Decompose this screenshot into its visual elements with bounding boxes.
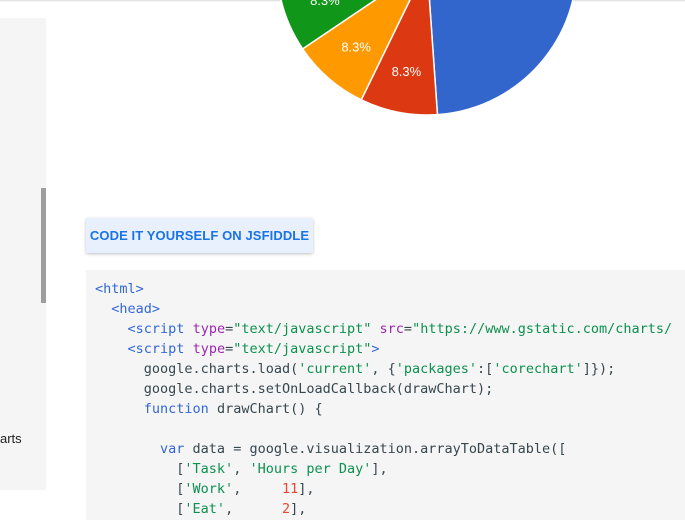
code-attr: src xyxy=(379,321,404,337)
code-string: "text/javascript" xyxy=(233,341,372,357)
code-text: google.charts.load( xyxy=(143,361,299,377)
code-string: "https://www.gstatic.com/charts/ xyxy=(412,321,673,337)
code-string: 'Task' xyxy=(184,461,234,477)
code-block: <html> <head> <script type="text/javascr… xyxy=(86,270,685,520)
code-text: ], xyxy=(371,461,388,477)
pie-chart: 8.3% 8.3% 8.3% xyxy=(280,0,577,116)
code-string: 'corechart' xyxy=(493,361,583,377)
pie-slice[interactable] xyxy=(427,0,577,116)
code-text: , xyxy=(225,501,282,517)
code-text: ]}); xyxy=(582,361,616,377)
code-number: 11 xyxy=(281,481,299,497)
code-script-tag: <script xyxy=(127,341,185,357)
code-string: 'Hours per Day' xyxy=(249,461,372,477)
pie-slice-label: 8.3% xyxy=(341,40,371,55)
code-eq: = xyxy=(403,321,413,337)
code-keyword: function xyxy=(143,401,209,417)
code-text: ], xyxy=(290,501,307,517)
code-text: , { xyxy=(371,361,396,377)
jsfiddle-button[interactable]: CODE IT YOURSELF ON JSFIDDLE xyxy=(86,218,313,253)
sidebar-item-label[interactable]: arts xyxy=(0,431,22,446)
code-number: 2 xyxy=(281,501,291,517)
code-eq: = xyxy=(225,341,234,357)
code-text: drawChart() { xyxy=(208,401,323,417)
pie-slice-label: 8.3% xyxy=(392,64,422,79)
code-tag-close: > xyxy=(371,341,380,357)
code-attr: type xyxy=(192,341,226,357)
code-string: "text/javascript" xyxy=(233,321,372,337)
code-string: 'Eat' xyxy=(184,501,226,517)
code-text: , xyxy=(233,481,282,497)
code-head-tag: <head> xyxy=(111,301,161,317)
code-keyword: var xyxy=(160,441,185,457)
sidebar-scrollbar[interactable] xyxy=(41,188,46,303)
code-attr: type xyxy=(192,321,226,337)
pie-slice-label: 8.3% xyxy=(310,0,340,8)
code-text: ], xyxy=(298,481,315,497)
code-text: , xyxy=(233,461,250,477)
code-text: :[ xyxy=(477,361,494,377)
code-string: 'packages' xyxy=(395,361,478,377)
code-string: 'Work' xyxy=(184,481,234,497)
code-html-tag: <html> xyxy=(95,281,144,297)
code-text: data = google.visualization.arrayToDataT… xyxy=(184,441,567,457)
code-string: 'current' xyxy=(298,361,372,377)
code-text: google.charts.setOnLoadCallback(drawChar… xyxy=(143,381,494,397)
code-script-tag: <script xyxy=(127,321,185,337)
code-eq: = xyxy=(225,321,234,337)
